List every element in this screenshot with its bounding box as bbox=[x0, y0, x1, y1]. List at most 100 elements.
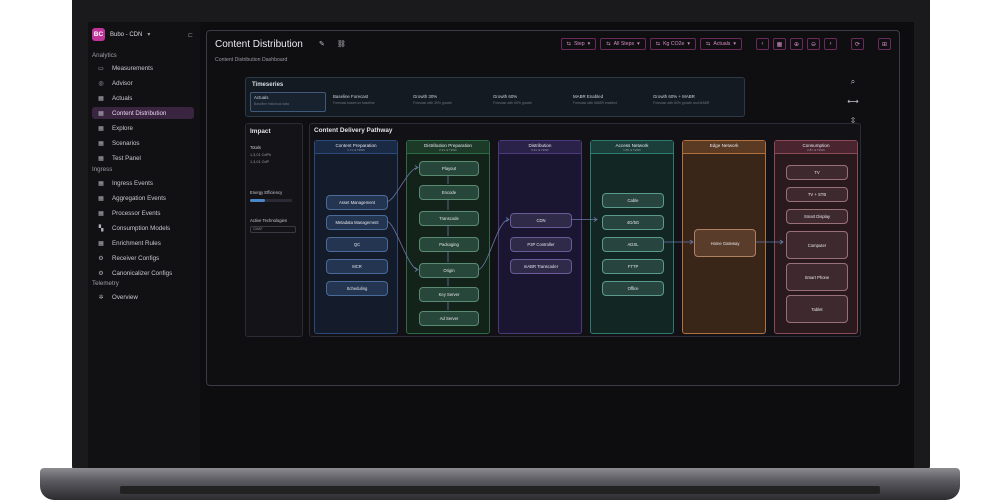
column-title: Edge Network bbox=[709, 143, 739, 148]
timeseries-card-label: Growth 60% bbox=[493, 94, 518, 99]
node-qc[interactable]: QC bbox=[326, 237, 388, 252]
tech-select[interactable]: CMAF bbox=[250, 226, 296, 233]
node-transcode[interactable]: Transcode bbox=[419, 211, 479, 226]
node-cable[interactable]: Cable bbox=[602, 193, 664, 208]
sidebar-item-overview[interactable]: ✲ Overview bbox=[92, 291, 194, 303]
column-edge-network: Edge Network Home Gateway bbox=[682, 140, 766, 334]
timeseries-card-growth-30[interactable]: Growth 30% Forecast with 30% growth bbox=[410, 92, 486, 112]
node-home-gateway[interactable]: Home Gateway bbox=[694, 229, 756, 257]
calendar-icon[interactable]: ▦ bbox=[773, 38, 786, 50]
sidebar-collapse-icon[interactable]: ⊏ bbox=[188, 32, 193, 39]
node-tv-stb[interactable]: TV + STB bbox=[786, 187, 848, 202]
node-packaging[interactable]: Packaging bbox=[419, 237, 479, 252]
chevron-down-icon: ▾ bbox=[147, 32, 151, 38]
node-key-server[interactable]: Key Server bbox=[419, 287, 479, 302]
timeseries-card-desc: Forecast with 30% growth bbox=[413, 101, 453, 105]
timeseries-card-label: Growth 30% bbox=[413, 94, 438, 99]
refresh-icon[interactable]: ⟳ bbox=[851, 38, 864, 50]
node-office[interactable]: Office bbox=[602, 281, 664, 296]
energy-label: Energy Efficiency bbox=[250, 190, 283, 195]
sidebar-item-actuals[interactable]: ▦ Actuals bbox=[92, 92, 194, 104]
total-value-1: 1,3,01 CdPh bbox=[250, 153, 272, 157]
grid-icon: ▦ bbox=[98, 125, 104, 132]
grid-icon: ▦ bbox=[98, 140, 104, 147]
node-p2p-controller[interactable]: P2P Controller bbox=[510, 237, 572, 252]
grid-icon: ▦ bbox=[98, 195, 104, 202]
sidebar-item-content-distribution[interactable]: ▦ Content Distribution bbox=[92, 107, 194, 119]
org-switcher[interactable]: BC Bubo - CDN ▾ bbox=[92, 28, 150, 41]
sidebar-item-measurements[interactable]: ▭ Measurements bbox=[92, 62, 194, 74]
sidebar-item-advisor[interactable]: ◎ Advisor bbox=[92, 77, 194, 89]
node-encode[interactable]: Encode bbox=[419, 185, 479, 200]
node-smart-phone[interactable]: Smart Phone bbox=[786, 263, 848, 291]
chevron-right-icon[interactable]: › bbox=[824, 38, 837, 50]
steps-dropdown[interactable]: ⇆ All Steps ▾ bbox=[600, 38, 646, 50]
node-fttp[interactable]: FTTP bbox=[602, 259, 664, 274]
sidebar-item-test-panel[interactable]: ▦ Test Panel bbox=[92, 152, 194, 164]
column-header: Distribution 0.91 of TkWh bbox=[499, 141, 581, 154]
node-tv[interactable]: TV bbox=[786, 165, 848, 180]
timeseries-card-actuals[interactable]: Actuals Baseline historical data bbox=[250, 92, 326, 112]
timeseries-card-growth-60-mabr[interactable]: Growth 60% + MABR Forecast with 60% growt… bbox=[650, 92, 726, 112]
search-icon[interactable]: ⌕ bbox=[851, 77, 855, 87]
column-header: Distribution Preparation 2.91 of TkWh bbox=[407, 141, 489, 154]
column-content-preparation: Content Preparation 1.71 of TkWh Asset Man… bbox=[314, 140, 398, 334]
node-origin[interactable]: Origin bbox=[419, 263, 479, 278]
timeseries-card-mabr-enabled[interactable]: MABR Enabled Forecast with MABR enabled bbox=[570, 92, 646, 112]
timeseries-card-baseline-forecast[interactable]: Baseline Forecast Forecast based on basel… bbox=[330, 92, 406, 112]
dashboard-panel: Content Distribution ✎ ⛓ Content Distrib… bbox=[206, 30, 900, 386]
node-playout[interactable]: Playout bbox=[419, 161, 479, 176]
timeseries-card-growth-60[interactable]: Growth 60% Forecast with 60% growth bbox=[490, 92, 566, 112]
sidebar-item-label: Processor Events bbox=[112, 209, 161, 217]
zoom-in-icon[interactable]: ⊕ bbox=[790, 38, 803, 50]
sidebar-item-label: Receiver Configs bbox=[112, 254, 160, 262]
totals-label: Totals bbox=[250, 145, 261, 150]
unit-dropdown[interactable]: ⇆ Kg CO2e ▾ bbox=[649, 38, 697, 50]
node-mabr-transcoder[interactable]: mABR Transcoder bbox=[510, 259, 572, 274]
chevron-left-icon[interactable]: ‹ bbox=[756, 38, 769, 50]
energy-bar-fill bbox=[250, 199, 265, 202]
sidebar-item-explore[interactable]: ▦ Explore bbox=[92, 122, 194, 134]
timeseries-card-label: Baseline Forecast bbox=[333, 94, 369, 99]
toolbar: ⇆ Step ▾ ⇆ All Steps ▾ ⇆ Kg CO2e ▾ ⇆ Actuals ▾ ‹… bbox=[560, 38, 891, 50]
column-consumption: Consumption 2.87 of TkWh TV TV + STB Smart D… bbox=[774, 140, 858, 334]
pathway-title: Content Delivery Pathway bbox=[314, 127, 393, 134]
timeseries-card-label: MABR Enabled bbox=[573, 94, 604, 99]
node-adsl[interactable]: ADSL bbox=[602, 237, 664, 252]
step-dropdown[interactable]: ⇆ Step ▾ bbox=[560, 38, 597, 50]
grid-icon: ▦ bbox=[98, 180, 104, 187]
series-dropdown[interactable]: ⇆ Actuals ▾ bbox=[700, 38, 742, 50]
node-4g-5g[interactable]: 4G/5G bbox=[602, 215, 664, 230]
node-cdn[interactable]: CDN bbox=[510, 213, 572, 228]
column-subtitle: 1.71 of TkWh bbox=[347, 148, 365, 152]
fit-width-icon[interactable]: ⟷ bbox=[847, 97, 858, 106]
sidebar-item-enrichment-rules[interactable]: ▦ Enrichment Rules bbox=[92, 237, 194, 249]
sidebar-item-label: Content Distribution bbox=[112, 109, 167, 117]
node-smart-display[interactable]: Smart Display bbox=[786, 209, 848, 224]
node-metadata-management[interactable]: Metadata Management bbox=[326, 215, 388, 230]
sidebar-item-ingress-events[interactable]: ▦ Ingress Events bbox=[92, 177, 194, 189]
node-scheduling[interactable]: Scheduling bbox=[326, 281, 388, 296]
column-header: Access Network 1.85 of TkWh bbox=[591, 141, 673, 154]
zoom-out-icon[interactable]: ⊖ bbox=[807, 38, 820, 50]
node-mcr[interactable]: MCR bbox=[326, 259, 388, 274]
node-asset-management[interactable]: Asset Management bbox=[326, 195, 388, 210]
sidebar-item-processor-events[interactable]: ▦ Processor Events bbox=[92, 207, 194, 219]
grid-icon: ▦ bbox=[98, 240, 104, 247]
link-icon[interactable]: ⛓ bbox=[337, 40, 346, 48]
advisor-icon: ◎ bbox=[98, 80, 104, 87]
sidebar-item-aggregation-events[interactable]: ▦ Aggregation Events bbox=[92, 192, 194, 204]
sidebar-item-receiver-configs[interactable]: ⚙ Receiver Configs bbox=[92, 252, 194, 264]
node-tablet[interactable]: Tablet bbox=[786, 295, 848, 323]
add-icon[interactable]: ⊞ bbox=[878, 38, 891, 50]
impact-title: Impact bbox=[250, 128, 271, 135]
sidebar-item-canonicalizer-configs[interactable]: ⚙ Canonicalizer Configs bbox=[92, 267, 194, 279]
brand-logo: BC bbox=[92, 28, 105, 41]
node-computer[interactable]: Computer bbox=[786, 231, 848, 259]
section-telemetry: Telemetry bbox=[92, 280, 119, 287]
pencil-icon[interactable]: ✎ bbox=[319, 40, 325, 48]
node-ad-server[interactable]: Ad Server bbox=[419, 311, 479, 326]
sidebar-item-consumption-models[interactable]: ▚ Consumption Models bbox=[92, 222, 194, 234]
column-title: Access Network bbox=[615, 143, 649, 148]
sidebar-item-scenarios[interactable]: ▦ Scenarios bbox=[92, 137, 194, 149]
